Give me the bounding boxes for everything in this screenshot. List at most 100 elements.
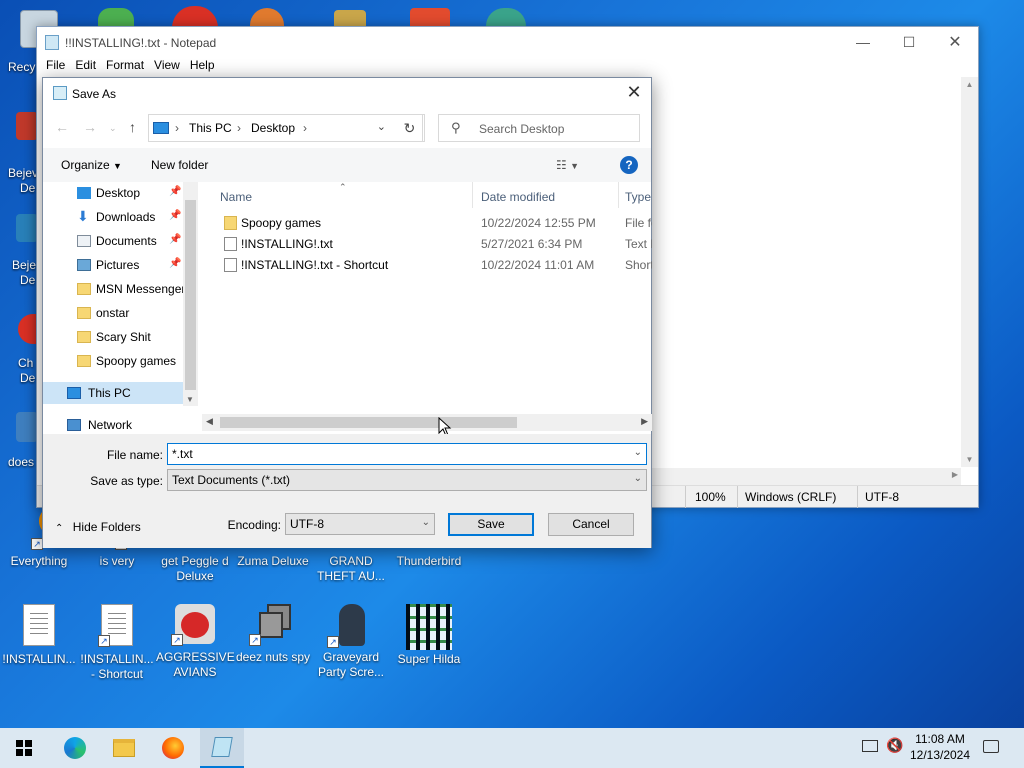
scroll-right-icon[interactable]: ▶ [952,470,958,479]
nav-item-pictures[interactable]: Pictures 📌 [43,254,183,276]
clock[interactable]: 11:08 AM 12/13/2024 [905,731,975,763]
nav-item-onstar[interactable]: onstar [43,302,183,324]
forward-arrow-icon[interactable]: → [83,119,97,135]
close-icon[interactable]: ✕ [932,27,978,57]
address-bar[interactable]: › This PC › Desktop › ⌄ [148,114,423,142]
file-name-value: *.txt [172,447,193,461]
organize-button[interactable]: Organize ▼ [61,158,122,172]
navigation-pane[interactable]: Desktop 📌 ⬇ Downloads 📌 Documents 📌 Pict… [43,182,198,406]
file-row[interactable]: !INSTALLING!.txt 5/27/2021 6:34 PM Text … [202,233,652,254]
app-icon[interactable] [16,412,38,442]
menu-help[interactable]: Help [185,58,220,76]
refresh-icon: ↻ [403,120,416,136]
new-folder-button[interactable]: New folder [151,158,208,172]
notepad-vertical-scrollbar[interactable]: ▲ ▼ [961,77,978,467]
desktop-icon-deez-nuts-spy[interactable]: ↗ deez nuts spy [234,604,312,665]
nav-item-documents[interactable]: Documents 📌 [43,230,183,252]
desktop-icon-installing-shortcut[interactable]: ↗ !INSTALLIN... - Shortcut [78,604,156,682]
file-explorer-icon[interactable] [110,734,138,762]
pixel-character-icon [406,604,452,650]
scroll-down-icon[interactable]: ▼ [186,395,194,404]
scroll-right-icon[interactable]: ▶ [641,416,648,427]
notepad-title-bar[interactable]: !!INSTALLING!.txt - Notepad — ☐ ✕ [37,27,978,58]
pin-icon: 📌 [169,210,182,221]
scroll-up-icon[interactable]: ▲ [961,80,978,89]
nav-item-network[interactable]: Network [43,414,183,436]
notepad-taskbar-icon[interactable] [200,728,244,768]
ghoul-icon: ↗ [327,604,371,648]
start-button[interactable] [10,734,38,762]
hide-folders-button[interactable]: ⌃ Hide Folders [55,520,141,534]
column-date-modified[interactable]: Date modified [481,190,555,204]
file-row[interactable]: !INSTALLING!.txt - Shortcut 10/22/2024 1… [202,254,652,275]
folder-icon [77,331,91,343]
edge-icon[interactable] [61,734,89,762]
navigation-scrollbar[interactable]: ▼ [183,182,198,406]
nav-item-downloads[interactable]: ⬇ Downloads 📌 [43,206,183,228]
breadcrumb-desktop[interactable]: Desktop [251,121,295,135]
address-dropdown-icon[interactable]: ⌄ [377,120,386,133]
save-as-dialog[interactable]: Save As ✕ ← → ⌄ ↑ › This PC › Desktop › … [42,77,652,548]
scroll-thumb[interactable] [185,200,196,390]
desktop-icon-graveyard[interactable]: ↗ Graveyard Party Scre... [312,604,390,680]
breadcrumb-this-pc[interactable]: This PC [189,121,232,135]
file-list-horizontal-scrollbar[interactable]: ◀ ▶ [202,414,652,431]
search-box[interactable]: ⚲ Search Desktop [438,114,640,142]
nav-item-this-pc[interactable]: This PC [43,382,183,404]
nav-item-msn-messenger[interactable]: MSN Messenger [43,278,185,300]
menu-format[interactable]: Format [101,58,149,76]
text-document-icon: ↗ [98,604,133,647]
file-row[interactable]: Spoopy games 10/22/2024 12:55 PM File fo [202,212,652,233]
refresh-button[interactable]: ↻ [395,114,425,142]
help-icon[interactable]: ? [620,156,638,174]
save-type-select[interactable]: Text Documents (*.txt) ⌄ [167,469,647,491]
recent-chevron-icon[interactable]: ⌄ [109,123,117,134]
bejeweled-icon[interactable] [16,214,38,242]
desktop-partial-label: De [20,181,36,195]
view-options-button[interactable]: ☷ ▼ [556,158,579,172]
scroll-thumb[interactable] [220,417,517,428]
dialog-title-bar[interactable]: Save As ✕ [43,78,651,108]
nav-item-scary[interactable]: Scary Shit [43,326,183,348]
file-list[interactable]: Name ⌃ Date modified Type Spoopy games 1… [202,182,652,406]
menu-file[interactable]: File [41,58,70,76]
up-arrow-icon[interactable]: ↑ [129,119,136,135]
encoding-select[interactable]: UTF-8 ⌄ [285,513,435,535]
firefox-icon[interactable] [159,734,187,762]
desktop-icon-super-hilda[interactable]: Super Hilda [390,604,468,667]
file-name-input[interactable]: *.txt ⌄ [167,443,647,465]
folder-icon [77,283,91,295]
bejeweled-icon[interactable] [16,112,38,140]
close-icon[interactable]: ✕ [623,82,645,104]
shortcut-arrow-icon: ↗ [249,634,261,646]
maximize-icon[interactable]: ☐ [886,27,932,57]
menu-view[interactable]: View [149,58,185,76]
nav-item-spoopy-games[interactable]: Spoopy games [43,350,183,372]
save-button[interactable]: Save [448,513,534,536]
desktop-icon-label: Super Hilda [397,652,461,666]
volume-muted-icon[interactable]: 🔇 [886,737,903,754]
cancel-button[interactable]: Cancel [548,513,634,536]
notifications-icon[interactable] [983,740,999,753]
desktop-icon-label: GRAND THEFT AU... [317,554,385,583]
dropdown-arrow-icon[interactable]: ⌄ [422,517,430,528]
nav-item-desktop[interactable]: Desktop 📌 [43,182,183,204]
desktop-icon-aggressive-avians[interactable]: ↗ AGGRESSIVE AVIANS [156,604,235,680]
stacked-windows-icon: ↗ [249,604,293,646]
chrome-icon[interactable] [18,314,38,344]
back-arrow-icon[interactable]: ← [55,119,69,135]
dropdown-arrow-icon[interactable]: ⌄ [634,447,642,458]
menu-edit[interactable]: Edit [70,58,101,76]
chrome-icon[interactable] [172,6,218,28]
column-name[interactable]: Name [220,190,252,204]
desktop-partial-label: De [20,273,36,287]
column-type[interactable]: Type [625,190,651,204]
minimize-icon[interactable]: — [840,27,886,57]
breadcrumb-separator: › [175,121,179,135]
dropdown-arrow-icon[interactable]: ⌄ [634,473,642,484]
network-tray-icon[interactable] [862,740,878,752]
scroll-down-icon[interactable]: ▼ [961,455,978,464]
scroll-left-icon[interactable]: ◀ [206,416,213,427]
notepad-horizontal-scrollbar[interactable]: ▶ [652,468,961,485]
desktop-icon-installing-txt[interactable]: !INSTALLIN... [0,604,78,667]
